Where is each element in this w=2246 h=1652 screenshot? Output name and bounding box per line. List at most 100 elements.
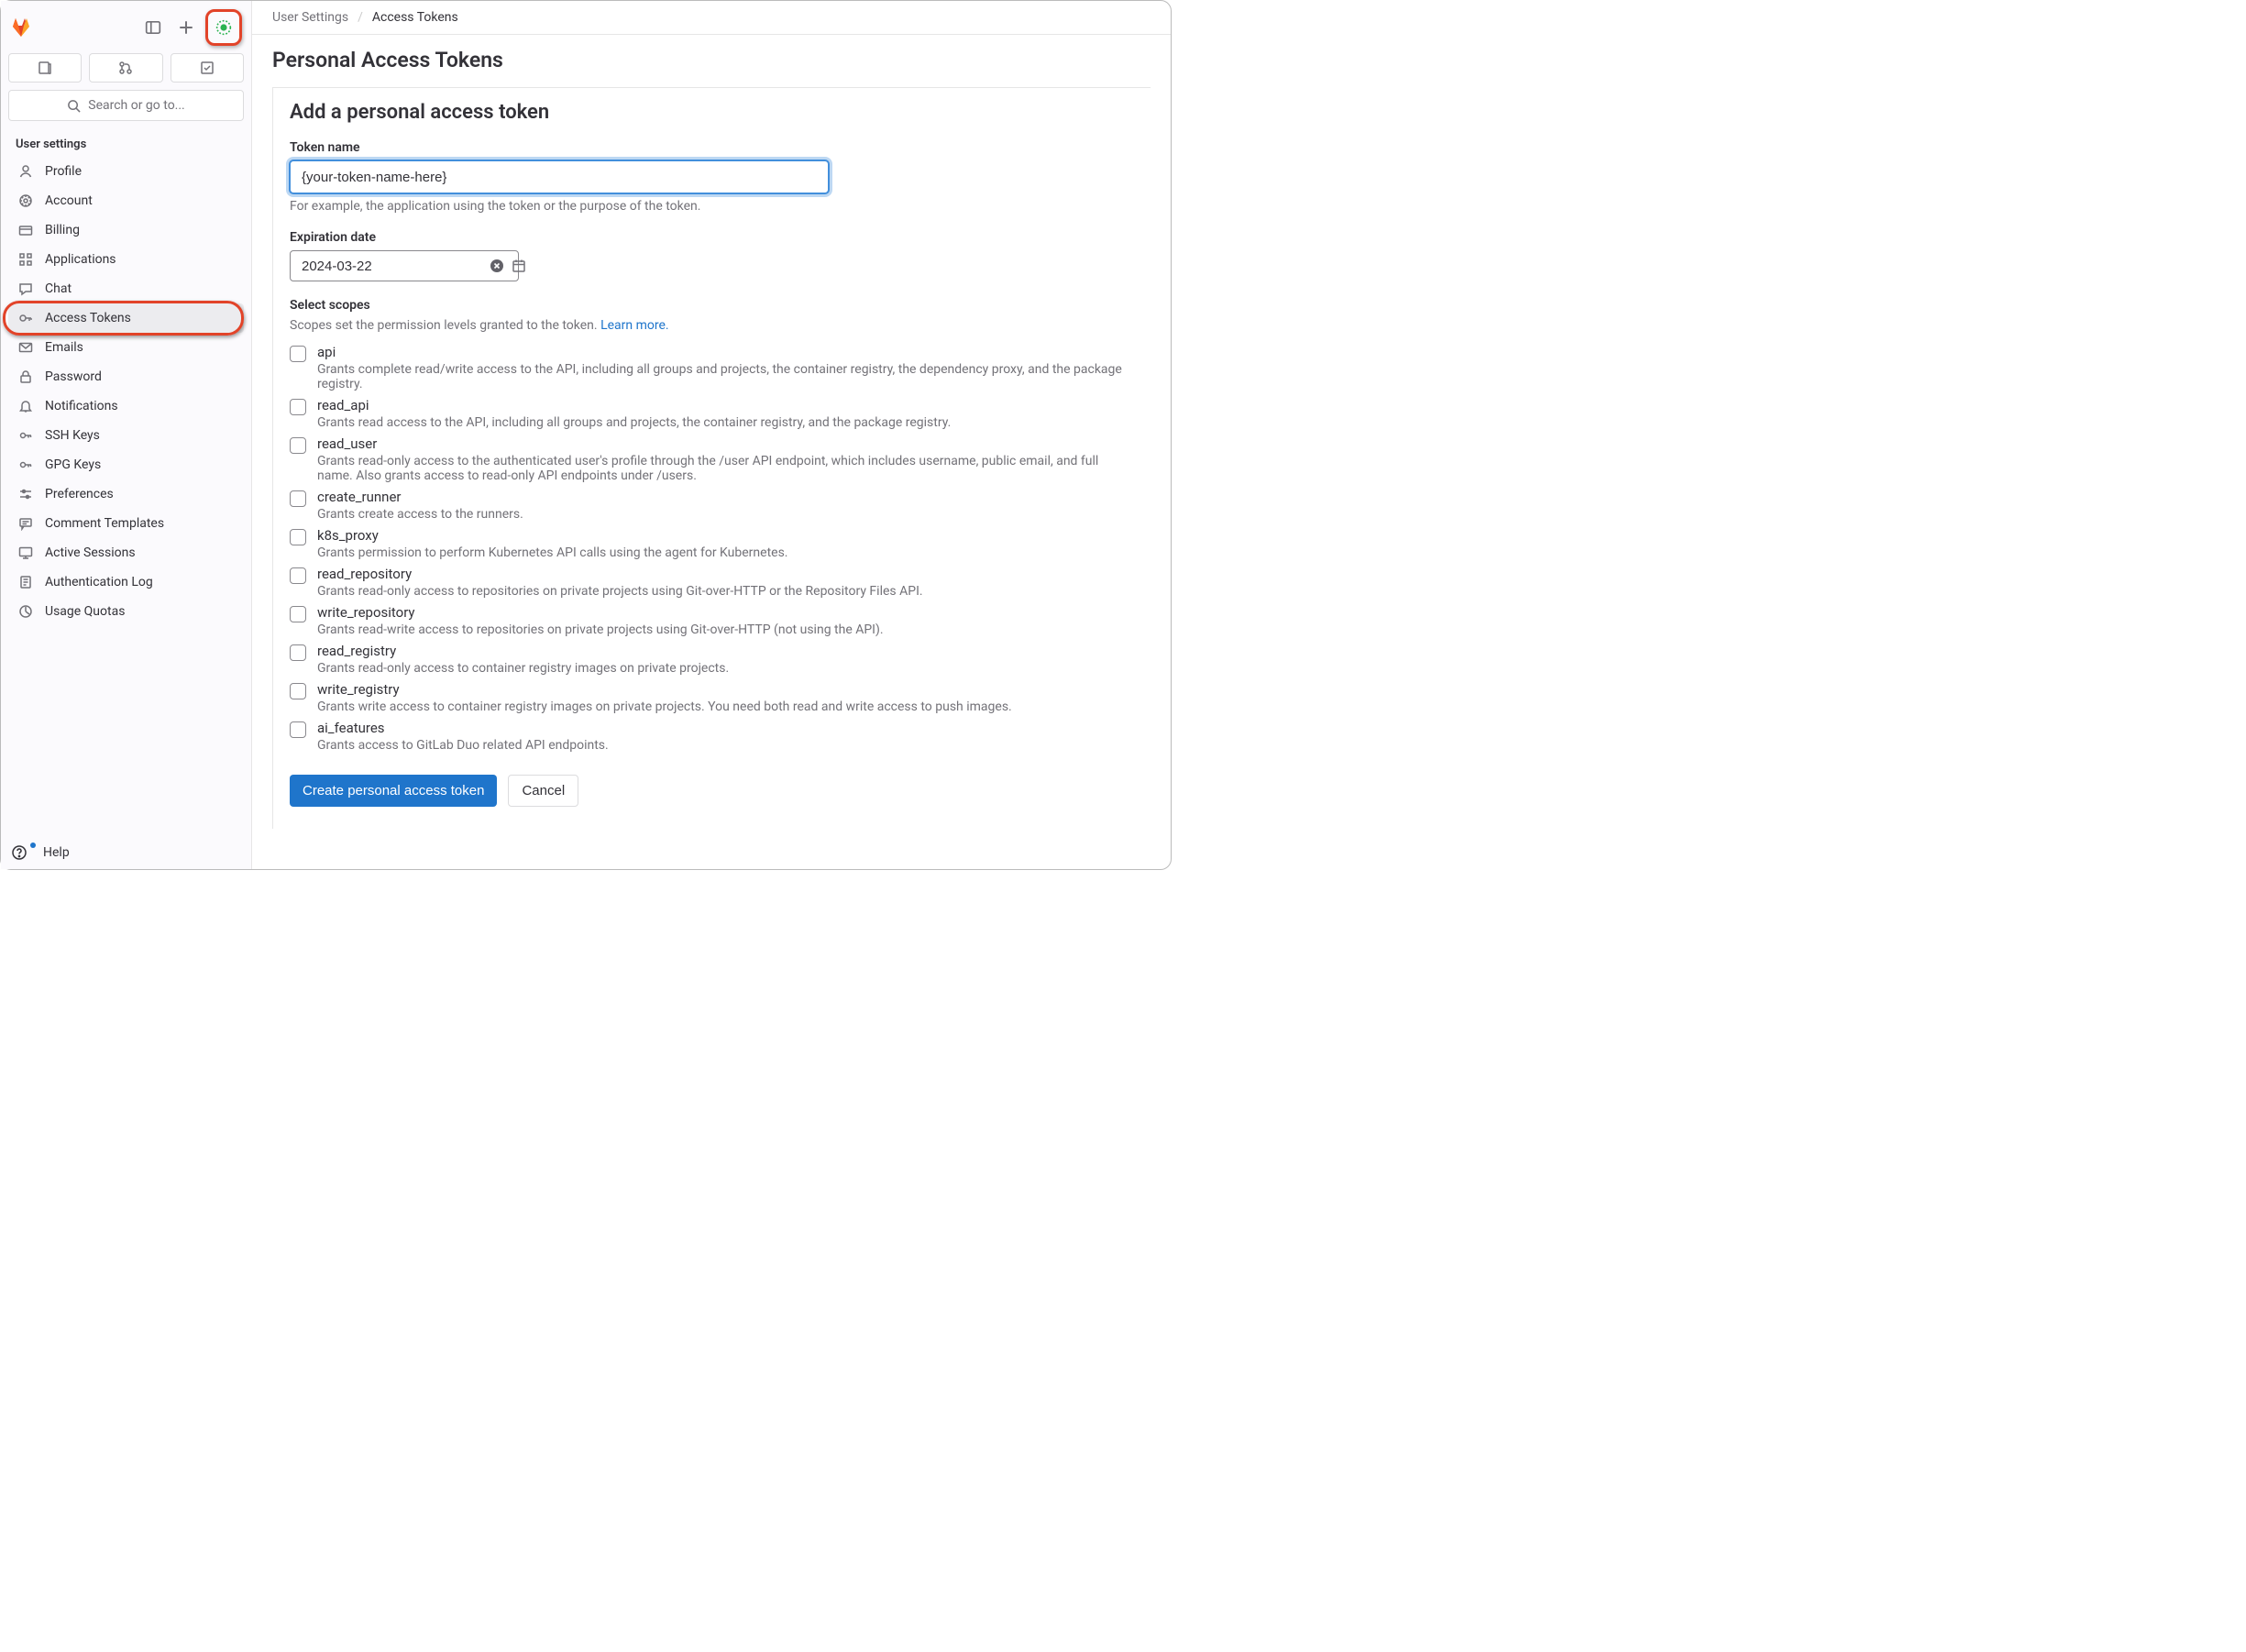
sidebar-item-applications[interactable]: Applications (8, 245, 244, 274)
sidebar-item-profile[interactable]: Profile (8, 157, 244, 186)
issues-button[interactable] (8, 53, 82, 83)
scope-checkbox-read_repository[interactable] (290, 567, 306, 584)
calendar-button[interactable] (510, 257, 528, 275)
scope-name: write_registry (317, 681, 1134, 698)
clear-date-button[interactable] (488, 257, 506, 275)
sidebar-item-label: Active Sessions (45, 545, 136, 560)
scopes-learn-more-link[interactable]: Learn more. (600, 318, 669, 333)
sidebar-item-label: Account (45, 193, 93, 208)
gitlab-logo-icon[interactable] (10, 17, 32, 39)
highlighted-extension-icon[interactable] (205, 9, 242, 46)
scope-description: Grants read-only access to container reg… (317, 661, 1134, 676)
scope-name: read_api (317, 397, 1134, 413)
sidebar-item-preferences[interactable]: Preferences (8, 479, 244, 509)
sidebar-item-label: Profile (45, 164, 82, 179)
usage-quotas-icon (17, 603, 34, 620)
scope-row: create_runner Grants create access to th… (290, 489, 1134, 522)
sidebar-item-gpg keys[interactable]: GPG Keys (8, 450, 244, 479)
scope-checkbox-read_api[interactable] (290, 399, 306, 415)
sidebar-item-access tokens[interactable]: Access Tokens (8, 303, 244, 333)
billing-icon (17, 222, 34, 238)
scope-checkbox-k8s_proxy[interactable] (290, 529, 306, 545)
sidebar-item-authentication log[interactable]: Authentication Log (8, 567, 244, 597)
scope-checkbox-api[interactable] (290, 346, 306, 362)
sidebar: Search or go to... User settings Profile… (1, 1, 252, 869)
profile-icon (17, 163, 34, 180)
sidebar-item-chat[interactable]: Chat (8, 274, 244, 303)
scope-description: Grants write access to container registr… (317, 699, 1134, 714)
scope-row: read_registry Grants read-only access to… (290, 643, 1134, 676)
sidebar-item-label: SSH Keys (45, 428, 100, 443)
sidebar-item-ssh keys[interactable]: SSH Keys (8, 421, 244, 450)
sidebar-item-password[interactable]: Password (8, 362, 244, 391)
scope-name: read_registry (317, 643, 1134, 659)
page-title: Personal Access Tokens (252, 35, 1171, 87)
scope-row: ai_features Grants access to GitLab Duo … (290, 720, 1134, 753)
sidebar-item-notifications[interactable]: Notifications (8, 391, 244, 421)
scope-row: read_repository Grants read-only access … (290, 566, 1134, 599)
plus-icon[interactable] (172, 14, 200, 41)
scope-row: k8s_proxy Grants permission to perform K… (290, 527, 1134, 560)
scope-name: k8s_proxy (317, 527, 1134, 544)
nav-list: Profile Account Billing Applications Cha… (8, 157, 244, 626)
sidebar-item-label: Preferences (45, 487, 114, 501)
sidebar-item-comment templates[interactable]: Comment Templates (8, 509, 244, 538)
gpg-keys-icon (17, 457, 34, 473)
scope-checkbox-read_registry[interactable] (290, 644, 306, 661)
scope-checkbox-write_repository[interactable] (290, 606, 306, 622)
panel-left-icon[interactable] (139, 14, 167, 41)
help-icon (12, 845, 27, 860)
sidebar-item-label: Billing (45, 223, 80, 237)
scope-description: Grants create access to the runners. (317, 507, 1134, 522)
scope-row: read_user Grants read-only access to the… (290, 435, 1134, 483)
applications-icon (17, 251, 34, 268)
scopes-section: Select scopes Scopes set the permission … (290, 298, 1134, 753)
sidebar-item-emails[interactable]: Emails (8, 333, 244, 362)
token-name-label: Token name (290, 140, 1134, 155)
scope-checkbox-write_registry[interactable] (290, 683, 306, 699)
scope-description: Grants access to GitLab Duo related API … (317, 738, 1134, 753)
emails-icon (17, 339, 34, 356)
scope-name: ai_features (317, 720, 1134, 736)
sidebar-item-label: Applications (45, 252, 116, 267)
scope-list: api Grants complete read/write access to… (290, 344, 1134, 753)
scope-checkbox-ai_features[interactable] (290, 721, 306, 738)
quick-actions-row (8, 53, 244, 83)
breadcrumb-current: Access Tokens (372, 10, 458, 25)
scopes-description: Scopes set the permission levels granted… (290, 318, 1134, 333)
sidebar-item-account[interactable]: Account (8, 186, 244, 215)
scope-description: Grants read-write access to repositories… (317, 622, 1134, 637)
token-name-help: For example, the application using the t… (290, 199, 1134, 214)
sidebar-item-usage quotas[interactable]: Usage Quotas (8, 597, 244, 626)
active-sessions-icon (17, 545, 34, 561)
sidebar-item-billing[interactable]: Billing (8, 215, 244, 245)
scope-name: api (317, 344, 1134, 360)
sidebar-top (8, 6, 244, 51)
main-content: User Settings / Access Tokens Personal A… (252, 1, 1171, 869)
search-placeholder-text: Search or go to... (88, 98, 185, 113)
search-button[interactable]: Search or go to... (8, 90, 244, 121)
breadcrumb-parent[interactable]: User Settings (272, 10, 348, 25)
scope-description: Grants read-only access to repositories … (317, 584, 1134, 599)
help-link[interactable]: Help (12, 845, 70, 860)
scope-description: Grants read-only access to the authentic… (317, 454, 1134, 483)
form-heading: Add a personal access token (290, 101, 1134, 124)
expiration-input[interactable] (302, 259, 484, 274)
create-token-button[interactable]: Create personal access token (290, 775, 497, 807)
breadcrumb: User Settings / Access Tokens (252, 1, 1171, 35)
scope-row: read_api Grants read access to the API, … (290, 397, 1134, 430)
ssh-keys-icon (17, 427, 34, 444)
sidebar-item-active sessions[interactable]: Active Sessions (8, 538, 244, 567)
scope-row: write_registry Grants write access to co… (290, 681, 1134, 714)
scope-checkbox-read_user[interactable] (290, 437, 306, 454)
sidebar-item-label: GPG Keys (45, 457, 101, 472)
expiration-input-wrapper (290, 250, 519, 281)
token-name-input[interactable] (290, 160, 829, 193)
todo-button[interactable] (171, 53, 244, 83)
cancel-button[interactable]: Cancel (508, 775, 578, 807)
scope-name: write_repository (317, 604, 1134, 621)
scope-checkbox-create_runner[interactable] (290, 490, 306, 507)
sidebar-item-label: Password (45, 369, 102, 384)
merge-requests-button[interactable] (89, 53, 162, 83)
scope-row: write_repository Grants read-write acces… (290, 604, 1134, 637)
